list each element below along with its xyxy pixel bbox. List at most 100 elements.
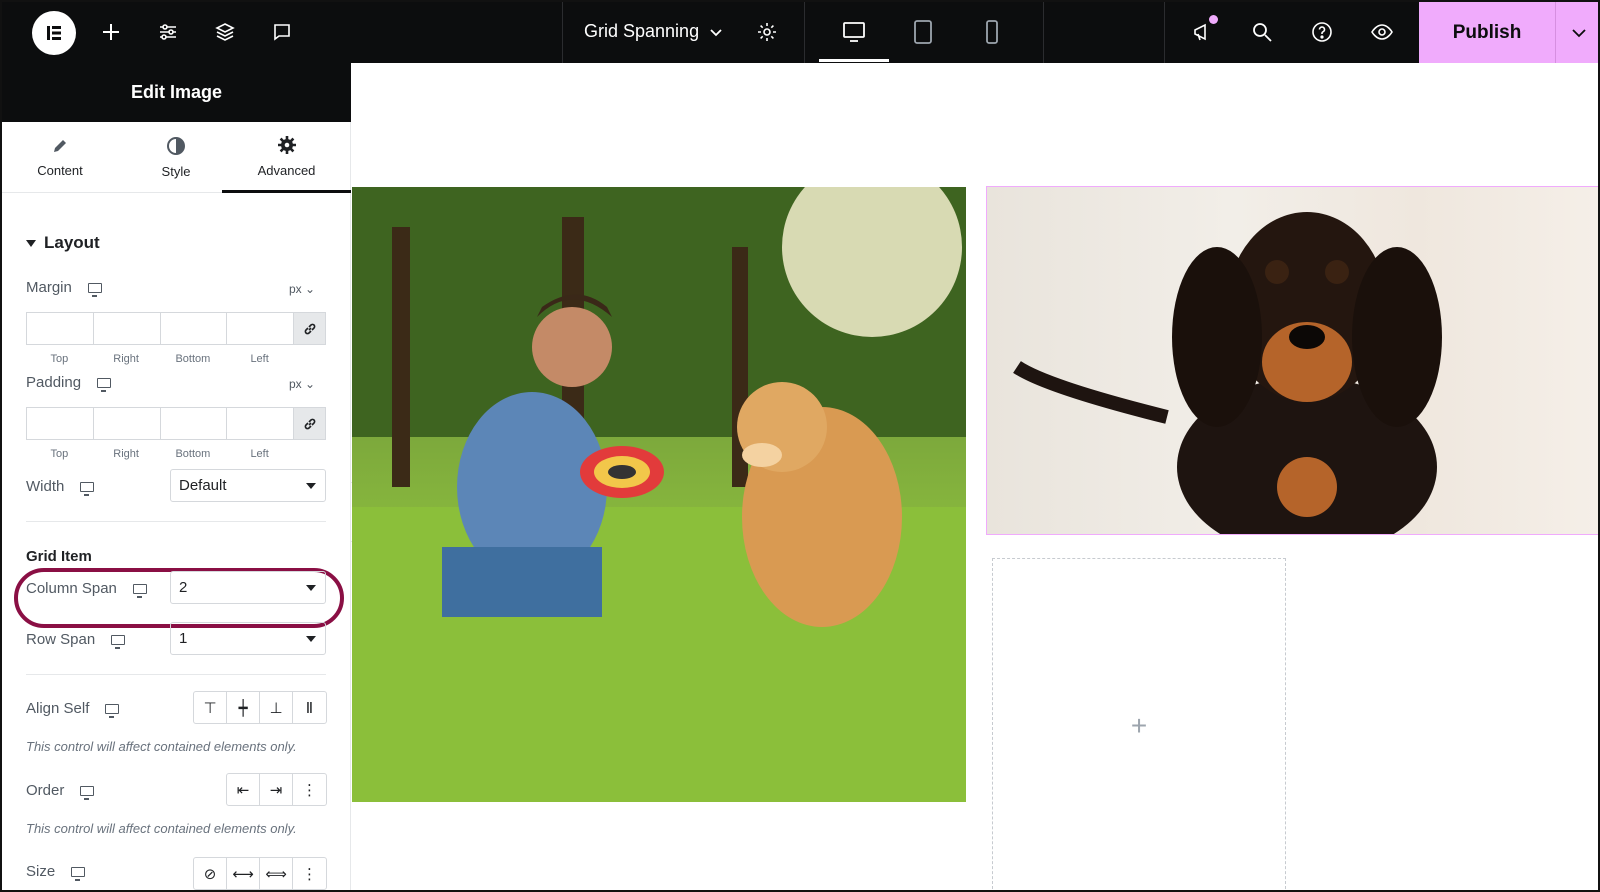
column-span-label: Column Span: [26, 580, 147, 598]
add-widget-drop-zone[interactable]: +: [992, 558, 1286, 890]
elementor-logo-icon[interactable]: [32, 11, 76, 55]
responsive-desktop-icon[interactable]: [97, 377, 112, 392]
control-label: Align Self: [26, 700, 90, 717]
help-icon[interactable]: [1306, 16, 1338, 48]
active-device-indicator: [819, 59, 889, 62]
tablet-device-icon[interactable]: [907, 16, 939, 48]
search-icon[interactable]: [1246, 16, 1278, 48]
document-title[interactable]: Grid Spanning: [584, 21, 699, 42]
tab-label: Content: [37, 163, 83, 178]
size-buttons: ⊘ ⟷ ⟺ ⋮: [193, 857, 327, 890]
responsive-desktop-icon[interactable]: [111, 634, 126, 649]
order-first-icon[interactable]: ⇤: [227, 774, 260, 805]
size-none-icon[interactable]: ⊘: [194, 858, 227, 889]
padding-bottom-input[interactable]: [159, 407, 227, 440]
notes-icon[interactable]: [266, 16, 298, 48]
margin-right-input[interactable]: [92, 312, 160, 345]
select-value: Default: [179, 477, 227, 494]
order-last-icon[interactable]: ⇥: [260, 774, 293, 805]
chevron-down-icon[interactable]: [700, 16, 732, 48]
editor-panel: Edit Image Content Style Advanced Layout…: [2, 63, 351, 890]
tab-advanced[interactable]: Advanced: [222, 122, 351, 193]
control-label: Padding: [26, 374, 82, 391]
divider: [26, 674, 326, 675]
elementor-editor: Grid Spanning Publish Edit Image Content…: [0, 0, 1600, 892]
tab-content[interactable]: Content: [2, 122, 118, 193]
contrast-icon: [167, 137, 185, 155]
divider: [1164, 2, 1165, 63]
caret-down-icon: [26, 239, 36, 247]
notification-dot: [1209, 15, 1218, 24]
side-label: Right: [113, 448, 139, 460]
control-label: Margin: [26, 279, 72, 296]
link-values-icon[interactable]: [293, 312, 326, 345]
grid-item-heading: Grid Item: [26, 548, 92, 565]
caret-down-icon: [306, 483, 316, 489]
link-values-icon[interactable]: [293, 407, 326, 440]
align-center-icon[interactable]: ┿: [227, 692, 260, 723]
align-start-icon[interactable]: ⊤: [194, 692, 227, 723]
responsive-desktop-icon[interactable]: [87, 282, 102, 297]
align-stretch-icon[interactable]: Ⅱ: [293, 692, 326, 723]
padding-right-input[interactable]: [92, 407, 160, 440]
width-select[interactable]: Default: [170, 469, 326, 502]
tab-label: Advanced: [257, 162, 316, 178]
caret-down-icon: [306, 636, 316, 642]
responsive-desktop-icon[interactable]: [80, 785, 95, 800]
divider: [1043, 2, 1044, 63]
margin-top-input[interactable]: [26, 312, 93, 345]
control-label: Column Span: [26, 580, 117, 597]
preview-eye-icon[interactable]: [1366, 16, 1398, 48]
desktop-device-icon[interactable]: [838, 16, 870, 48]
column-span-select[interactable]: 2: [170, 571, 326, 604]
top-bar: Grid Spanning Publish: [2, 2, 1598, 63]
size-grow-icon[interactable]: ⟷: [227, 858, 260, 889]
margin-bottom-input[interactable]: [159, 312, 227, 345]
caret-down-icon: [306, 585, 316, 591]
align-self-note: This control will affect contained eleme…: [26, 739, 297, 754]
page-settings-gear-icon[interactable]: [751, 16, 783, 48]
padding-left-input[interactable]: [226, 407, 293, 440]
add-element-icon[interactable]: [95, 16, 127, 48]
row-span-select[interactable]: 1: [170, 622, 326, 655]
divider: [804, 2, 805, 63]
margin-unit-select[interactable]: px ⌄: [289, 282, 315, 296]
select-value: 2: [179, 579, 188, 596]
man-and-dog-image[interactable]: [352, 187, 966, 802]
divider: [26, 521, 326, 522]
order-label: Order: [26, 782, 95, 800]
side-label: Right: [113, 353, 139, 365]
side-label: Bottom: [175, 448, 211, 460]
size-label: Size: [26, 863, 86, 881]
dachshund-image[interactable]: [986, 186, 1598, 535]
responsive-desktop-icon[interactable]: [105, 703, 120, 718]
publish-options-chevron-icon[interactable]: [1555, 2, 1598, 63]
side-label: Left: [250, 353, 269, 365]
size-shrink-icon[interactable]: ⟺: [260, 858, 293, 889]
control-label: Width: [26, 478, 65, 495]
side-label: Top: [50, 353, 69, 365]
layout-section-toggle[interactable]: Layout: [26, 233, 100, 253]
structure-icon[interactable]: [209, 16, 241, 48]
row-span-label: Row Span: [26, 631, 126, 649]
align-end-icon[interactable]: ⊥: [260, 692, 293, 723]
select-value: 1: [179, 630, 188, 647]
padding-inputs: [26, 407, 326, 440]
mobile-device-icon[interactable]: [976, 16, 1008, 48]
responsive-desktop-icon[interactable]: [132, 583, 147, 598]
size-more-icon[interactable]: ⋮: [293, 858, 326, 889]
publish-button[interactable]: Publish: [1419, 2, 1555, 63]
divider: [562, 2, 563, 63]
align-self-buttons: ⊤ ┿ ⊥ Ⅱ: [193, 691, 327, 724]
padding-unit-select[interactable]: px ⌄: [289, 377, 315, 391]
responsive-desktop-icon[interactable]: [80, 481, 95, 496]
margin-left-input[interactable]: [226, 312, 293, 345]
order-note: This control will affect contained eleme…: [26, 821, 297, 836]
order-more-icon[interactable]: ⋮: [293, 774, 326, 805]
site-settings-icon[interactable]: [152, 16, 184, 48]
tab-style[interactable]: Style: [118, 122, 234, 193]
padding-top-input[interactable]: [26, 407, 93, 440]
align-self-label: Align Self: [26, 700, 120, 718]
responsive-desktop-icon[interactable]: [71, 866, 86, 881]
panel-title: Edit Image: [2, 63, 351, 122]
